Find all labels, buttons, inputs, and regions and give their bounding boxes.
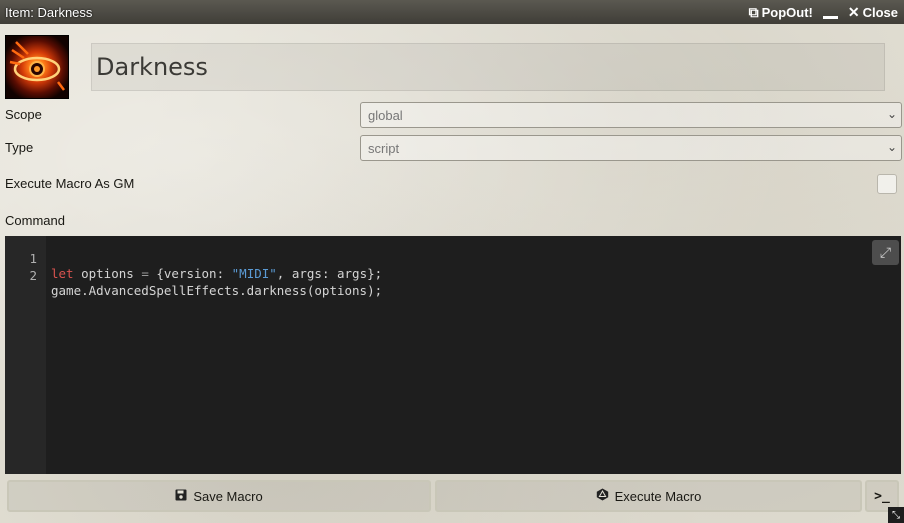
save-icon — [175, 489, 187, 504]
line-number: 2 — [29, 268, 37, 283]
execute-macro-button[interactable]: Execute Macro — [435, 480, 862, 512]
close-button[interactable]: ✕ Close — [848, 4, 898, 21]
minimize-button[interactable] — [822, 15, 838, 19]
external-link-icon: ⧉ — [748, 3, 759, 20]
code-line: 1 let options = {version: "MIDI", args: … — [5, 236, 901, 281]
command-code-editor[interactable]: 1 let options = {version: "MIDI", args: … — [5, 236, 901, 474]
window-title: Item: Darkness — [5, 4, 93, 20]
window-titlebar[interactable]: Item: Darkness ⧉ PopOut! ✕ Close — [0, 0, 904, 24]
item-name-input[interactable]: Darkness — [91, 43, 885, 91]
save-macro-button[interactable]: Save Macro — [7, 480, 431, 512]
macro-config-window: Item: Darkness ⧉ PopOut! ✕ Close Darknes… — [0, 0, 904, 523]
resize-handle[interactable]: ⤡ — [888, 507, 904, 523]
type-select[interactable]: script ⌄ — [360, 135, 902, 161]
popout-label: PopOut! — [761, 4, 813, 20]
scope-select[interactable]: global ⌄ — [360, 102, 902, 128]
save-macro-label: Save Macro — [193, 488, 263, 504]
type-value: script — [368, 140, 400, 156]
resize-icon: ⤡ — [892, 509, 900, 521]
execute-as-gm-checkbox[interactable] — [877, 174, 897, 194]
expand-icon: ⤢ — [879, 244, 892, 261]
item-image[interactable] — [5, 35, 69, 99]
code-line: 2 game.AdvancedSpellEffects.darkness(opt… — [5, 253, 901, 298]
popout-button[interactable]: ⧉ PopOut! — [749, 4, 813, 21]
darkness-eye-icon — [9, 41, 65, 91]
dice-d20-icon — [596, 488, 609, 504]
close-label: Close — [862, 4, 898, 20]
chevron-down-icon: ⌄ — [886, 107, 897, 121]
scope-value: global — [368, 107, 403, 123]
close-icon: ✕ — [847, 3, 860, 20]
execute-macro-label: Execute Macro — [614, 488, 702, 504]
command-label: Command — [5, 213, 65, 228]
chevron-down-icon: ⌄ — [886, 140, 897, 154]
expand-editor-button[interactable]: ⤢ — [872, 240, 899, 265]
execute-as-gm-label: Execute Macro As GM — [5, 176, 135, 191]
code-text: game.AdvancedSpellEffects.darkness(optio… — [51, 283, 383, 298]
type-label: Type — [5, 140, 34, 155]
scope-label: Scope — [5, 107, 42, 122]
terminal-icon: >_ — [874, 488, 890, 504]
